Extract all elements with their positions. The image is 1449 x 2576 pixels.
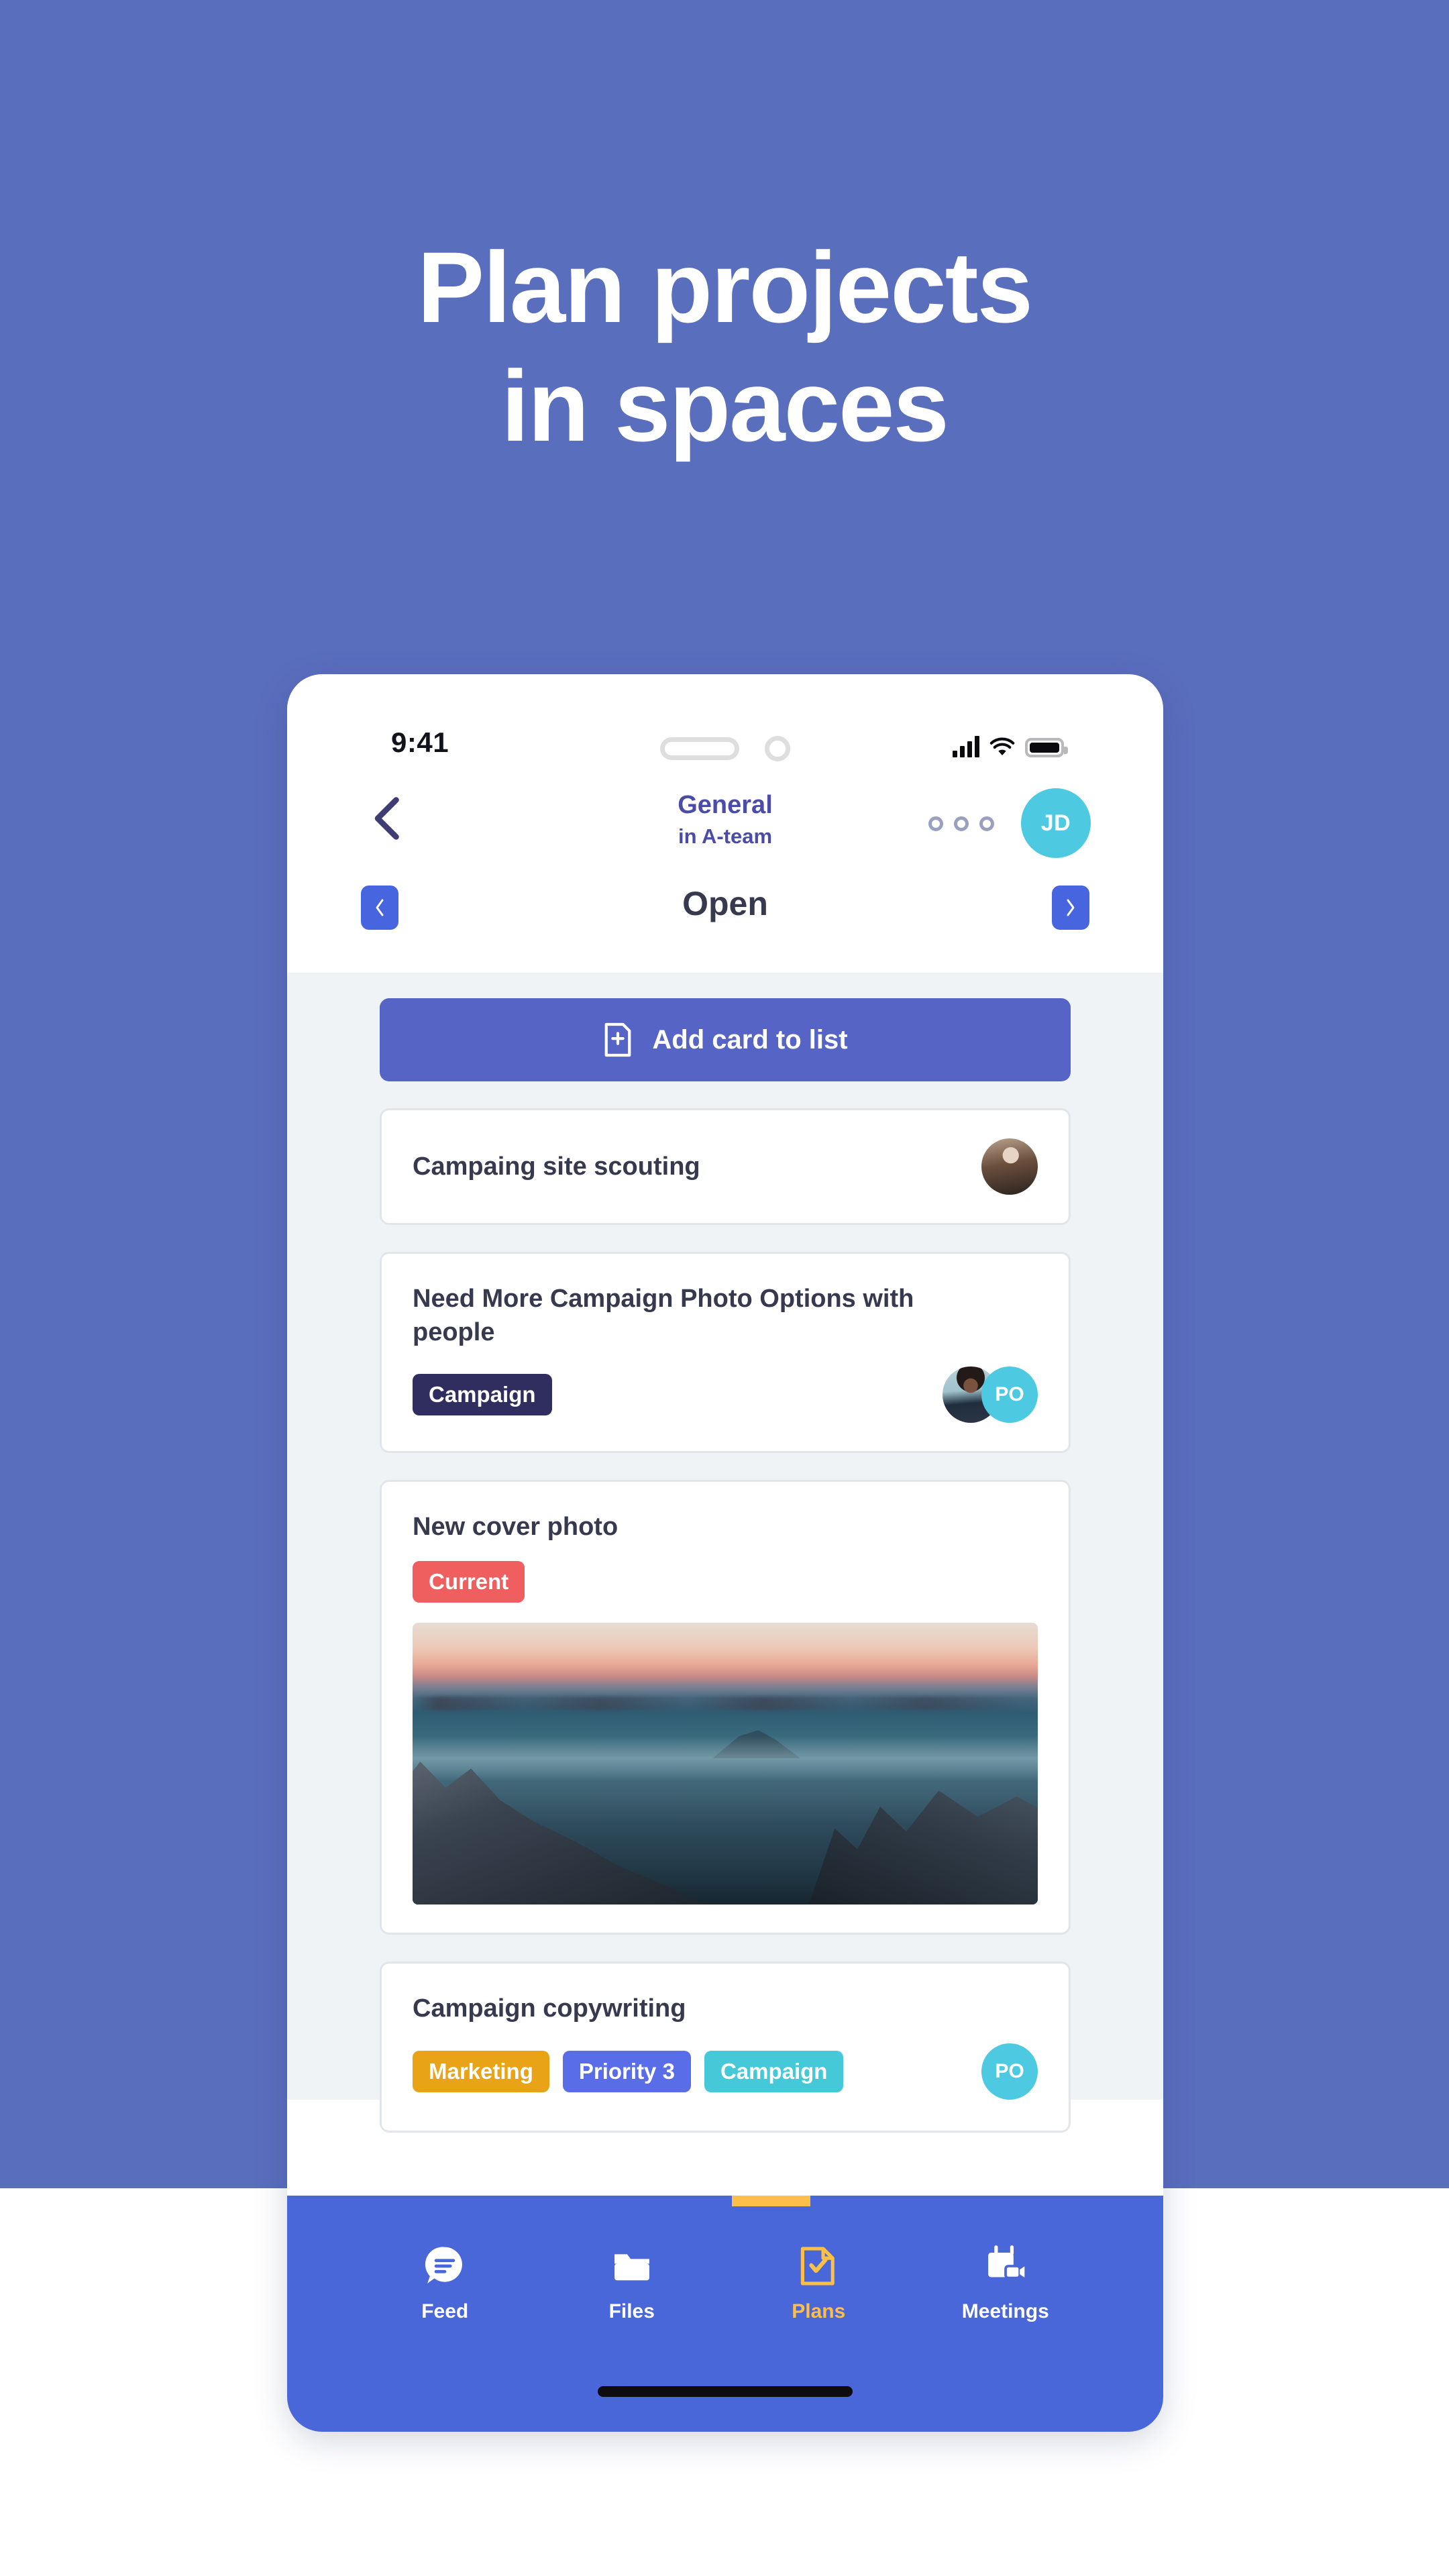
avatar[interactable]: JD	[1021, 788, 1091, 858]
cloud-band	[413, 1696, 1038, 1711]
member-initials-avatar[interactable]: PO	[981, 1366, 1038, 1424]
signal-bars-icon	[953, 736, 979, 757]
nav-tab-label: Feed	[421, 2300, 469, 2322]
card-title: Campaing site scouting	[413, 1152, 700, 1181]
card-avatars: PO	[943, 1366, 1038, 1424]
app-header: General in A-team JD	[287, 775, 1163, 865]
card-tag[interactable]: Marketing	[413, 2050, 549, 2092]
headline-line-1: Plan projects	[417, 231, 1033, 343]
card-tags: Campaign	[413, 1374, 552, 1416]
wifi-icon	[989, 737, 1015, 755]
page-headline: Plan projects in spaces	[0, 228, 1449, 466]
card-avatars	[981, 1138, 1038, 1195]
card-tag[interactable]: Priority 3	[562, 2050, 691, 2092]
card-tag[interactable]: Campaign	[413, 1374, 552, 1416]
nav-tab-plans[interactable]: Plans	[758, 2244, 879, 2323]
front-camera-icon	[765, 736, 790, 761]
phone-notch	[660, 736, 790, 761]
bottom-nav-items: Feed Files Plans Meetings	[287, 2244, 1163, 2323]
folder-icon	[614, 2254, 649, 2281]
card-tag[interactable]: Campaign	[704, 2050, 844, 2092]
chevron-right-icon	[1067, 899, 1075, 916]
status-bar-indicators	[953, 736, 1068, 757]
headline-line-2: in spaces	[501, 350, 949, 462]
member-photo-avatar[interactable]	[981, 1138, 1038, 1195]
bottom-navigation-bar: Feed Files Plans Meetings	[287, 2196, 1163, 2432]
feed-chat-bubble-icon	[425, 2247, 463, 2284]
board-card-list[interactable]: Add card to list Campaing site scouting …	[287, 973, 1163, 2133]
home-indicator[interactable]	[598, 2386, 853, 2397]
mist-layer	[413, 1735, 1038, 1781]
board-card[interactable]: Campaing site scouting	[380, 1108, 1071, 1225]
next-list-button[interactable]	[1052, 885, 1089, 930]
card-tags: Marketing Priority 3 Campaign	[413, 2050, 844, 2092]
add-card-label: Add card to list	[652, 1024, 848, 1055]
list-navigation: Open	[287, 865, 1163, 973]
card-cover-photo[interactable]	[413, 1623, 1038, 1905]
card-tag[interactable]: Current	[413, 1561, 525, 1603]
battery-full-icon	[1025, 738, 1068, 757]
board-card[interactable]: Campaign copywriting Marketing Priority …	[380, 1962, 1071, 2133]
add-card-icon	[605, 1022, 631, 1057]
nav-tab-label: Files	[608, 2300, 655, 2322]
more-options-icon[interactable]	[928, 816, 994, 831]
plans-checklist-icon	[801, 2247, 835, 2286]
card-title: New cover photo	[413, 1513, 619, 1542]
nav-tab-label: Plans	[792, 2300, 846, 2322]
nav-tab-files[interactable]: Files	[572, 2244, 692, 2323]
card-tags: Current	[413, 1561, 1038, 1603]
earpiece-speaker-icon	[660, 737, 739, 760]
nav-tab-label: Meetings	[961, 2300, 1049, 2322]
card-title: Need More Campaign Photo Options with pe…	[413, 1285, 914, 1347]
card-footer-row: Marketing Priority 3 Campaign PO	[413, 2026, 1038, 2100]
board-card[interactable]: New cover photo Current	[380, 1480, 1071, 1935]
add-card-to-list-button[interactable]: Add card to list	[380, 998, 1071, 1081]
meetings-calendar-video-icon	[987, 2245, 1025, 2279]
list-title: Open	[682, 885, 768, 922]
card-avatars: PO	[981, 2043, 1038, 2100]
board-card[interactable]: Need More Campaign Photo Options with pe…	[380, 1252, 1071, 1454]
status-bar: 9:41	[287, 674, 1163, 775]
card-footer-row: Campaign PO	[413, 1349, 1038, 1424]
member-initials-avatar[interactable]: PO	[981, 2043, 1038, 2100]
status-bar-time: 9:41	[391, 727, 449, 758]
nav-tab-feed[interactable]: Feed	[384, 2244, 505, 2323]
nav-tab-meetings[interactable]: Meetings	[945, 2244, 1066, 2323]
phone-mockup: 9:41 General in A-team JD Open Add card …	[287, 674, 1163, 2432]
active-tab-indicator	[732, 2196, 810, 2206]
card-title: Campaign copywriting	[413, 1994, 686, 2023]
card-header-row: Campaing site scouting	[413, 1138, 1038, 1195]
